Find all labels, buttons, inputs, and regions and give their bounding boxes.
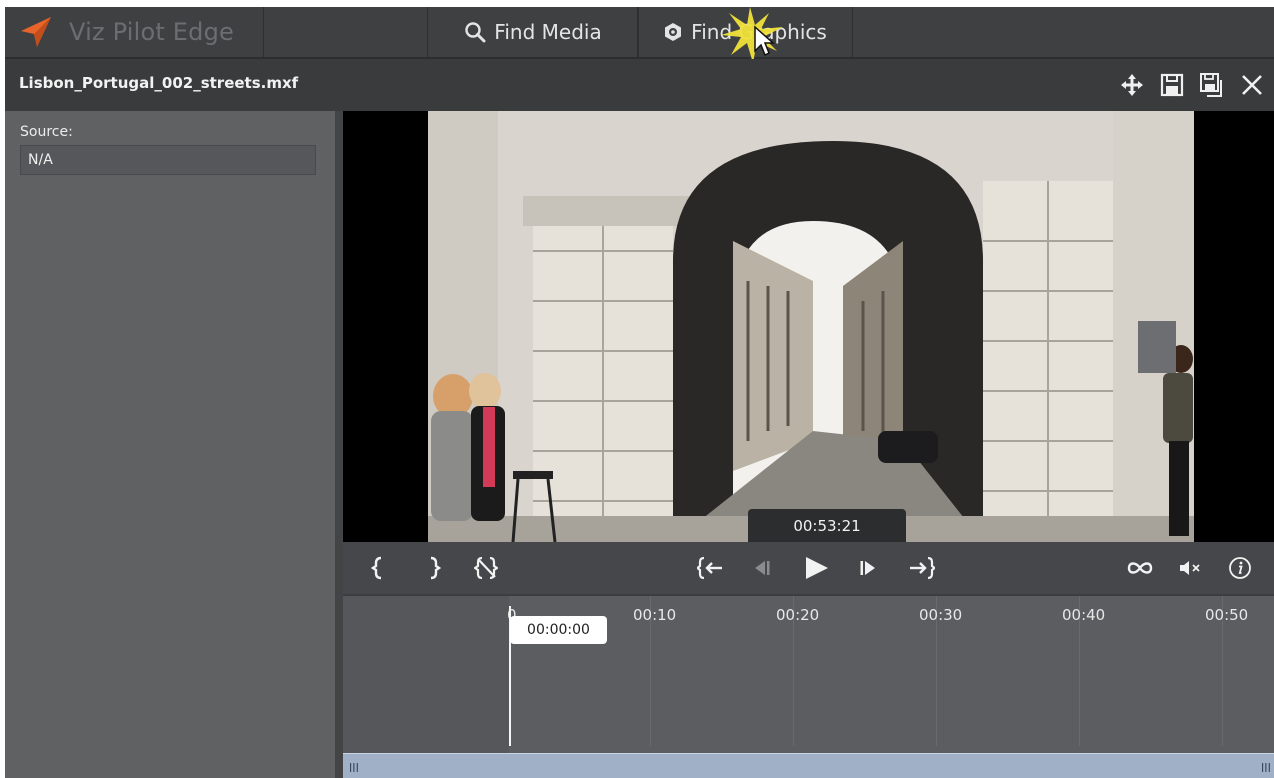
mark-out-button[interactable] (419, 542, 449, 594)
save-icon[interactable] (1159, 72, 1185, 98)
timecode-display: 00:53:21 (748, 509, 906, 542)
brand-name: Viz Pilot Edge (69, 18, 234, 46)
move-icon[interactable] (1119, 72, 1145, 98)
step-back-button[interactable] (747, 542, 777, 594)
clip-title: Lisbon_Portugal_002_streets.mxf (19, 74, 299, 92)
go-to-in-icon (697, 556, 722, 580)
go-to-in-button[interactable] (693, 542, 727, 594)
mute-button[interactable] (1175, 542, 1205, 594)
top-bar: Viz Pilot Edge Find Media Find Graphics (5, 7, 1274, 63)
mark-in-button[interactable] (363, 542, 393, 594)
timeline-tick: 00:40 (1062, 606, 1106, 624)
timeline-tick: 00:50 (1205, 606, 1249, 624)
step-forward-icon (860, 561, 875, 575)
info-button[interactable] (1225, 542, 1255, 594)
info-icon (1229, 557, 1251, 579)
timeline-scrollbar[interactable]: ||| ||| (343, 753, 1274, 778)
mute-icon (1180, 561, 1200, 575)
brand[interactable]: Viz Pilot Edge (5, 7, 264, 57)
go-to-out-button[interactable] (905, 542, 939, 594)
step-forward-button[interactable] (853, 542, 883, 594)
panel-divider[interactable] (335, 111, 343, 778)
clear-marks-button[interactable] (469, 542, 503, 594)
scrollbar-left-grip-icon[interactable]: ||| (349, 763, 359, 773)
timeline[interactable]: 0 00:10 00:20 00:30 00:40 00:50 00:00:00… (343, 594, 1274, 778)
playhead-timecode[interactable]: 00:00:00 (510, 616, 607, 644)
loop-button[interactable] (1123, 542, 1157, 594)
close-icon[interactable] (1239, 72, 1265, 98)
search-icon (465, 22, 486, 43)
scrollbar-right-grip-icon[interactable]: ||| (1261, 763, 1271, 773)
mark-in-icon (371, 556, 382, 580)
pilot-logo-icon (21, 17, 51, 47)
clip-title-bar: Lisbon_Portugal_002_streets.mxf (5, 59, 1274, 111)
clear-marks-icon (474, 556, 498, 580)
loop-icon (1127, 562, 1153, 574)
app-window: Viz Pilot Edge Find Media Find Graphics … (5, 7, 1274, 778)
video-frame-image (343, 111, 1274, 542)
mark-out-icon (430, 556, 441, 580)
source-field[interactable]: N/A (20, 145, 316, 175)
go-to-out-icon (910, 556, 935, 580)
video-preview[interactable]: 00:53:21 (343, 111, 1274, 542)
save-as-icon[interactable] (1199, 72, 1225, 98)
timeline-tick: 00:20 (776, 606, 820, 624)
play-icon (806, 557, 828, 579)
find-media-button[interactable]: Find Media (427, 7, 639, 57)
player-controls (343, 542, 1274, 594)
step-back-icon (755, 561, 770, 575)
click-highlight-icon (721, 7, 783, 63)
graphics-icon (665, 23, 682, 41)
find-media-label: Find Media (494, 20, 602, 44)
source-label: Source: (20, 124, 73, 140)
timeline-tick: 00:10 (633, 606, 677, 624)
play-button[interactable] (798, 542, 834, 594)
metadata-panel: Source: N/A (5, 111, 335, 778)
timeline-track-header (343, 596, 509, 778)
timeline-tick: 00:30 (919, 606, 963, 624)
